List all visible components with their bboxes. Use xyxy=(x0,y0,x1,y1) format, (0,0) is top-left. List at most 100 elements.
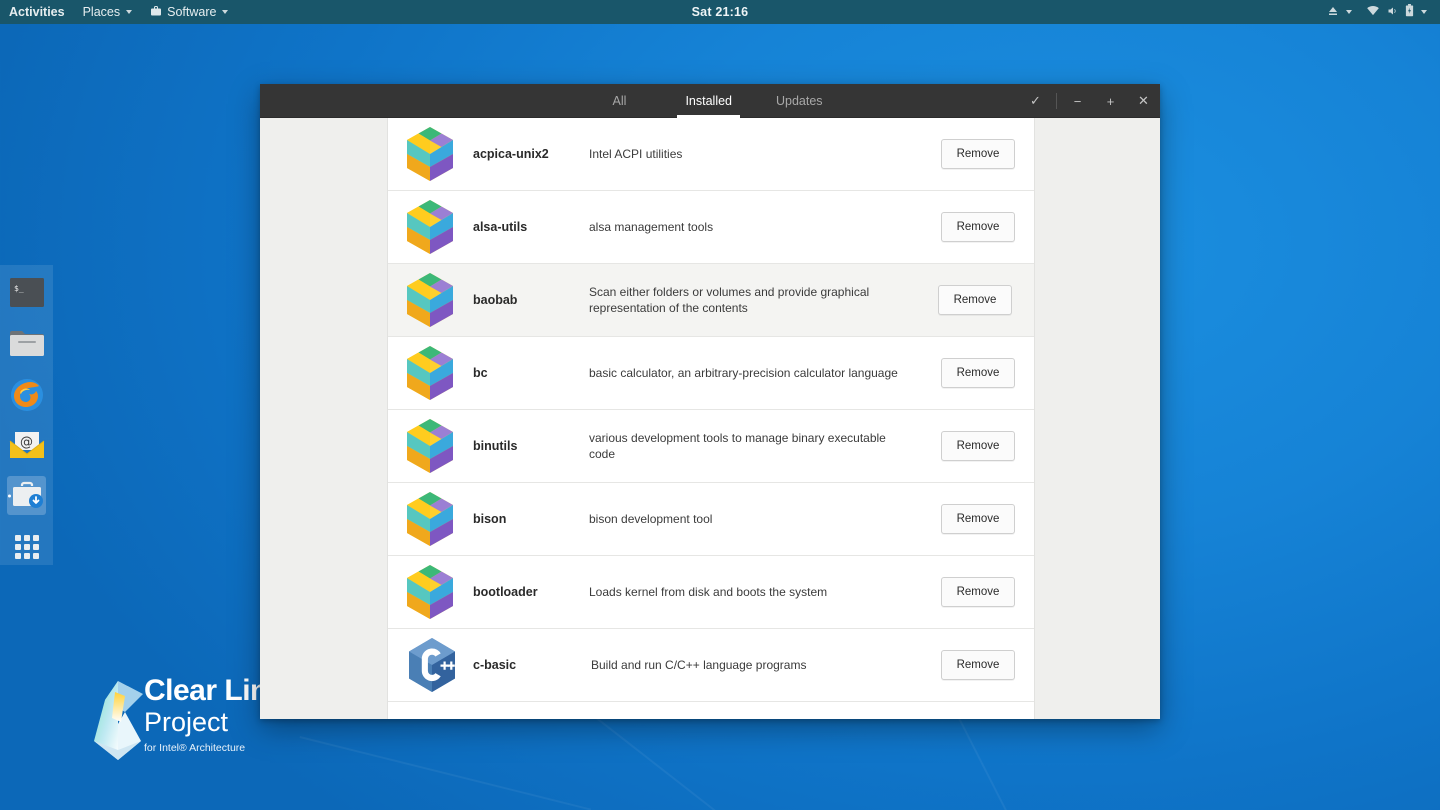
package-cube-icon xyxy=(401,272,459,328)
tab-installed[interactable]: Installed xyxy=(663,84,754,118)
table-row[interactable]: bc basic calculator, an arbitrary-precis… xyxy=(388,337,1034,410)
package-action-cell: Remove xyxy=(922,358,1034,388)
remove-button[interactable]: Remove xyxy=(941,212,1015,242)
package-description: Scan either folders or volumes and provi… xyxy=(589,285,870,315)
close-icon: ✕ xyxy=(1138,93,1149,108)
briefcase-icon xyxy=(150,5,162,20)
tab-installed-label: Installed xyxy=(685,94,732,108)
firefox-icon xyxy=(10,378,43,411)
package-name: binutils xyxy=(473,439,518,453)
package-action-cell: Remove xyxy=(919,285,1031,315)
tab-all[interactable]: All xyxy=(575,84,663,118)
terminal-icon: $_ xyxy=(9,278,44,307)
package-list[interactable]: acpica-unix2 Intel ACPI utilities Remove xyxy=(387,118,1035,719)
package-action-cell: Remove xyxy=(922,139,1034,169)
software-window: All Installed Updates ✓ − + ✕ acpica-uni… xyxy=(260,84,1160,719)
table-row[interactable]: acpica-unix2 Intel ACPI utilities Remove xyxy=(388,118,1034,191)
places-menu[interactable]: Places xyxy=(74,0,142,24)
package-description: Intel ACPI utilities xyxy=(589,147,683,161)
dock: $_ @ xyxy=(0,265,53,565)
package-description: Build and run C/C++ language programs xyxy=(591,658,807,672)
minimize-button[interactable]: − xyxy=(1061,84,1094,118)
eject-menu[interactable] xyxy=(1320,0,1359,24)
package-description: alsa management tools xyxy=(589,220,714,234)
remove-button[interactable]: Remove xyxy=(941,358,1015,388)
maximize-icon: + xyxy=(1106,93,1115,109)
remove-button[interactable]: Remove xyxy=(941,577,1015,607)
table-row[interactable]: c-basic Build and run C/C++ language pro… xyxy=(388,629,1034,702)
wallpaper-line-3 xyxy=(958,718,1079,810)
left-gutter xyxy=(260,118,387,719)
package-cube-icon xyxy=(401,126,459,182)
dock-item-show-apps[interactable] xyxy=(7,527,46,566)
chevron-down-icon xyxy=(126,10,133,14)
activities-label: Activities xyxy=(9,5,65,19)
activities-button[interactable]: Activities xyxy=(0,0,74,24)
right-gutter xyxy=(1035,118,1160,719)
dock-item-firefox[interactable] xyxy=(7,375,46,414)
package-name: bootloader xyxy=(473,585,538,599)
tab-all-label: All xyxy=(612,94,627,108)
folder-icon xyxy=(9,331,44,356)
package-action-cell: Remove xyxy=(922,504,1034,534)
running-indicator-dot xyxy=(8,494,11,497)
table-row[interactable]: baobab Scan either folders or volumes an… xyxy=(388,264,1034,337)
package-action-cell: Remove xyxy=(922,650,1034,680)
package-action-cell: Remove xyxy=(922,212,1034,242)
volume-icon xyxy=(1386,5,1399,20)
package-name: alsa-utils xyxy=(473,220,528,234)
tab-updates-label: Updates xyxy=(776,94,823,108)
maximize-button[interactable]: + xyxy=(1094,84,1127,118)
package-cube-icon xyxy=(401,199,459,255)
package-name: acpica-unix2 xyxy=(473,147,549,161)
wallpaper-line-4 xyxy=(299,736,592,810)
logo-line-3: for Intel® Architecture xyxy=(144,742,246,754)
dock-item-mail[interactable]: @ xyxy=(7,425,46,464)
system-tray xyxy=(1320,0,1434,24)
package-cube-icon xyxy=(401,418,459,474)
table-row[interactable]: bison bison development tool Remove xyxy=(388,483,1034,556)
apply-check-button[interactable]: ✓ xyxy=(1019,84,1052,118)
package-action-cell: Remove xyxy=(922,577,1034,607)
package-description: bison development tool xyxy=(589,512,713,526)
chevron-down-icon xyxy=(222,10,229,14)
package-name: bison xyxy=(473,512,507,526)
package-name: bc xyxy=(473,366,488,380)
table-row[interactable]: alsa-utils alsa management tools Remove xyxy=(388,191,1034,264)
chevron-down-icon xyxy=(1346,10,1352,14)
table-row[interactable]: binutils various development tools to ma… xyxy=(388,410,1034,483)
grid-apps-icon xyxy=(14,534,39,559)
package-description: basic calculator, an arbitrary-precision… xyxy=(589,366,898,380)
svg-text:@: @ xyxy=(20,435,33,450)
mail-icon: @ xyxy=(9,431,44,458)
software-appmenu[interactable]: Software xyxy=(141,0,237,24)
remove-button[interactable]: Remove xyxy=(941,504,1015,534)
gnome-top-bar: Activities Places Software Sat 21:16 xyxy=(0,0,1440,24)
package-description: various development tools to manage bina… xyxy=(589,431,886,461)
close-button[interactable]: ✕ xyxy=(1127,84,1160,118)
package-description: Loads kernel from disk and boots the sys… xyxy=(589,585,828,599)
svg-text:$_: $_ xyxy=(14,284,24,293)
battery-icon xyxy=(1405,4,1414,20)
remove-button[interactable]: Remove xyxy=(941,650,1015,680)
tab-updates[interactable]: Updates xyxy=(754,84,845,118)
control-separator xyxy=(1056,93,1057,109)
remove-button[interactable]: Remove xyxy=(941,139,1015,169)
cpp-logo-icon xyxy=(403,637,461,693)
table-row[interactable]: bootloader Loads kernel from disk and bo… xyxy=(388,556,1034,629)
package-cube-icon xyxy=(401,345,459,401)
dock-item-software[interactable] xyxy=(7,476,46,515)
system-status-menu[interactable] xyxy=(1359,0,1434,24)
remove-button[interactable]: Remove xyxy=(941,431,1015,461)
software-briefcase-icon xyxy=(12,481,43,508)
dock-item-files[interactable] xyxy=(7,324,46,363)
clear-linux-mark-icon xyxy=(94,681,143,760)
dock-item-terminal[interactable]: $_ xyxy=(7,273,46,312)
wifi-icon xyxy=(1366,5,1380,20)
minimize-icon: − xyxy=(1073,93,1082,109)
package-action-cell: Remove xyxy=(922,431,1034,461)
window-body: acpica-unix2 Intel ACPI utilities Remove xyxy=(260,118,1160,719)
window-titlebar: All Installed Updates ✓ − + ✕ xyxy=(260,84,1160,118)
package-name: baobab xyxy=(473,293,518,307)
remove-button[interactable]: Remove xyxy=(938,285,1012,315)
